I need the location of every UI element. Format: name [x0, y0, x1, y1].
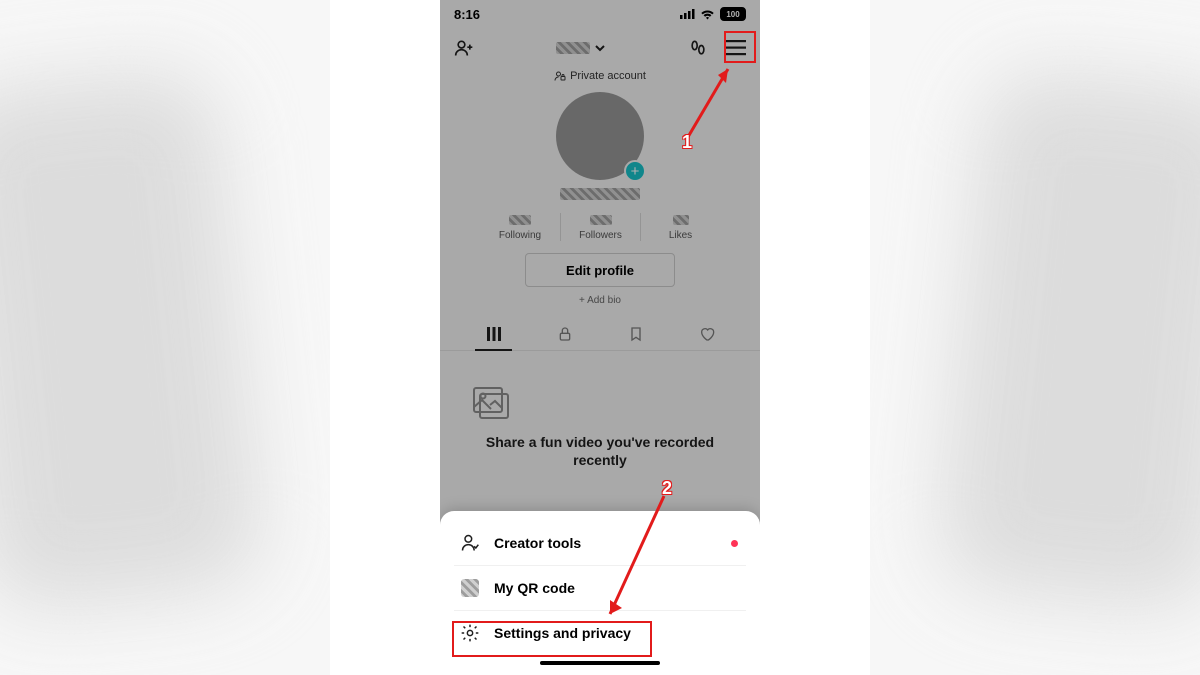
battery-icon: 100	[720, 7, 746, 21]
tab-private[interactable]	[529, 320, 600, 350]
heart-icon	[699, 326, 715, 342]
empty-state-caption: Share a fun video you've recorded recent…	[470, 433, 730, 469]
likes-count-redacted	[673, 215, 689, 225]
menu-creator-tools-label: Creator tools	[494, 535, 581, 551]
footsteps-icon[interactable]	[684, 34, 712, 62]
lock-icon	[557, 326, 573, 342]
gear-icon	[460, 623, 480, 643]
account-type-banner: Private account	[440, 68, 760, 88]
edit-profile-button[interactable]: Edit profile	[525, 253, 675, 287]
qr-code-icon	[460, 578, 480, 598]
following-count-redacted	[509, 215, 531, 225]
profile-header	[440, 28, 760, 68]
grid-icon	[486, 326, 502, 342]
display-name-redacted	[560, 188, 640, 200]
wifi-icon	[700, 9, 715, 20]
menu-settings-privacy[interactable]: Settings and privacy	[454, 610, 746, 655]
cellular-icon	[680, 9, 695, 19]
status-time: 8:16	[454, 7, 480, 22]
username-dropdown[interactable]	[556, 42, 606, 54]
tab-saved[interactable]	[600, 320, 671, 350]
stat-likes[interactable]: Likes	[640, 213, 720, 241]
photos-icon	[470, 385, 730, 423]
stat-following[interactable]: Following	[480, 213, 560, 241]
notification-dot	[731, 540, 738, 547]
menu-qr-code[interactable]: My QR code	[454, 565, 746, 610]
stage: 8:16 100	[330, 0, 870, 675]
lock-person-icon	[554, 70, 566, 82]
stats-row: Following Followers Likes	[440, 213, 760, 241]
avatar-add-button[interactable]: +	[624, 160, 646, 182]
tab-liked[interactable]	[671, 320, 742, 350]
stat-followers[interactable]: Followers	[560, 213, 640, 241]
following-label: Following	[486, 230, 554, 241]
home-indicator	[540, 661, 660, 665]
letterbox-left	[330, 0, 440, 675]
status-right: 100	[680, 7, 746, 21]
followers-label: Followers	[567, 230, 634, 241]
username-redacted	[556, 42, 590, 54]
menu-qr-code-label: My QR code	[494, 580, 575, 596]
chevron-down-icon	[594, 42, 606, 54]
hamburger-menu-icon[interactable]	[722, 34, 750, 62]
likes-label: Likes	[647, 230, 714, 241]
avatar[interactable]: +	[556, 92, 644, 180]
letterbox-right	[760, 0, 870, 675]
bookmark-icon	[628, 326, 644, 342]
tab-grid[interactable]	[458, 320, 529, 350]
background-blur-left	[0, 67, 266, 613]
avatar-container: +	[440, 88, 760, 180]
menu-sheet: Creator tools My QR code Settings and pr…	[440, 511, 760, 675]
background-blur-right	[934, 67, 1200, 613]
menu-settings-label: Settings and privacy	[494, 625, 631, 641]
status-bar: 8:16 100	[440, 0, 760, 28]
phone-frame: 8:16 100	[440, 0, 760, 675]
creator-tools-icon	[460, 533, 480, 553]
profile-tabs	[440, 320, 760, 351]
account-type-label: Private account	[570, 70, 646, 82]
add-friends-icon[interactable]	[450, 34, 478, 62]
display-name	[440, 188, 760, 203]
add-bio-button[interactable]: + Add bio	[440, 295, 760, 306]
empty-state: Share a fun video you've recorded recent…	[440, 351, 760, 469]
followers-count-redacted	[590, 215, 612, 225]
menu-creator-tools[interactable]: Creator tools	[440, 521, 760, 565]
